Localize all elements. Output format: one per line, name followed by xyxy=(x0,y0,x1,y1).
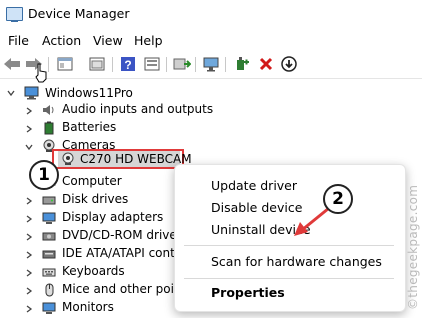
display-adapter-icon xyxy=(42,211,56,224)
chevron-right-icon[interactable] xyxy=(24,196,34,206)
menu-separator xyxy=(184,245,394,246)
back-arrow-icon[interactable] xyxy=(2,55,22,73)
chevron-right-icon[interactable] xyxy=(24,268,34,278)
mouse-cursor-icon xyxy=(35,63,47,83)
tree-item-disk-drives[interactable]: Disk drives xyxy=(62,192,128,206)
computer-root-icon xyxy=(24,86,39,100)
device-webcam-label[interactable]: C270 HD WEBCAM xyxy=(80,152,192,166)
tree-item-keyboards[interactable]: Keyboards xyxy=(62,264,125,278)
toolbar-separator xyxy=(195,57,196,72)
properties-icon[interactable] xyxy=(55,55,75,73)
uninstall-icon[interactable] xyxy=(256,55,276,73)
menu-action[interactable]: Action xyxy=(42,33,81,48)
update-driver-icon[interactable] xyxy=(172,55,192,73)
toolbar-separator xyxy=(225,57,226,72)
toolbar-separator xyxy=(112,57,113,72)
monitor-icon xyxy=(42,301,56,314)
chevron-down-icon[interactable] xyxy=(24,142,34,152)
watermark: ©thegeekpage.com xyxy=(392,170,420,310)
tree-item-computer[interactable]: Computer xyxy=(62,174,122,188)
toolbar-separator xyxy=(166,57,167,72)
svg-text:?: ? xyxy=(124,58,131,72)
chevron-right-icon[interactable] xyxy=(24,214,34,224)
view-icon[interactable] xyxy=(142,55,162,73)
menu-item-update-driver[interactable]: Update driver xyxy=(211,178,297,193)
tree-item-display-adapters[interactable]: Display adapters xyxy=(62,210,163,224)
tree-item-batteries[interactable]: Batteries xyxy=(62,120,116,134)
chevron-right-icon[interactable] xyxy=(24,106,34,116)
mouse-icon xyxy=(42,283,56,297)
speaker-icon xyxy=(42,103,56,116)
toolbar-separator xyxy=(48,57,49,72)
menu-item-scan-hardware[interactable]: Scan for hardware changes xyxy=(211,254,382,269)
menu-view[interactable]: View xyxy=(93,33,123,48)
chevron-right-icon[interactable] xyxy=(24,250,34,260)
chevron-down-icon[interactable] xyxy=(6,88,16,98)
tree-item-mice[interactable]: Mice and other pointi xyxy=(62,282,190,296)
step-2-badge: 2 xyxy=(323,184,353,214)
tree-item-dvd-drives[interactable]: DVD/CD-ROM drives xyxy=(62,228,183,242)
chevron-right-icon[interactable] xyxy=(24,124,34,134)
menu-separator xyxy=(184,278,394,279)
dvd-drive-icon xyxy=(42,229,56,242)
battery-icon xyxy=(42,121,56,135)
help-icon[interactable]: ? xyxy=(118,55,138,73)
menu-file[interactable]: File xyxy=(8,33,29,48)
menu-item-properties[interactable]: Properties xyxy=(211,285,285,300)
tree-item-audio[interactable]: Audio inputs and outputs xyxy=(62,102,213,116)
tree-item-ide-ata[interactable]: IDE ATA/ATAPI contro xyxy=(62,246,187,260)
chevron-right-icon[interactable] xyxy=(24,232,34,242)
tree-item-monitors[interactable]: Monitors xyxy=(62,300,114,314)
show-hide-tree-icon[interactable] xyxy=(87,55,107,73)
chevron-right-icon[interactable] xyxy=(24,286,34,296)
tree-root-label[interactable]: Windows11Pro xyxy=(45,86,133,100)
webcam-icon xyxy=(61,152,75,165)
keyboard-icon xyxy=(42,265,56,278)
download-driver-icon[interactable] xyxy=(279,55,299,73)
device-manager-app-icon xyxy=(6,7,23,22)
window-title: Device Manager xyxy=(28,6,130,21)
ide-controller-icon xyxy=(42,247,56,260)
add-driver-icon[interactable] xyxy=(232,55,252,73)
scan-hardware-icon[interactable] xyxy=(201,55,221,73)
watermark-text: ©thegeekpage.com xyxy=(406,184,420,310)
step-1-badge: 1 xyxy=(29,160,59,190)
menu-help[interactable]: Help xyxy=(134,33,163,48)
menu-item-disable-device[interactable]: Disable device xyxy=(211,200,302,215)
chevron-right-icon[interactable] xyxy=(24,304,34,314)
disk-drive-icon xyxy=(42,193,56,206)
